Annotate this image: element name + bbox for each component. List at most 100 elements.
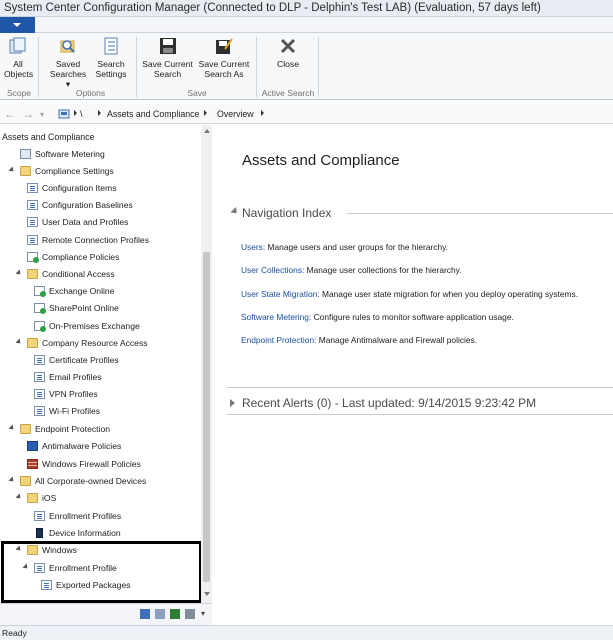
section-divider: [227, 387, 613, 388]
user-state-migration-link[interactable]: User State Migration:: [241, 289, 320, 299]
saved-searches-icon: [60, 40, 75, 53]
breadcrumb-separator-icon: [74, 110, 77, 116]
save-current-search-as-label: Save Current Search As: [198, 59, 250, 79]
nav-item-endpoint-protection: Endpoint Protection: Manage Antimalware …: [241, 335, 477, 345]
window-title: System Center Configuration Manager (Con…: [4, 2, 541, 14]
tree-item-label: Email Profiles: [49, 372, 102, 382]
email-icon: [34, 372, 45, 382]
tree-scrollbar[interactable]: [201, 125, 212, 605]
nav-item-user-state-migration: User State Migration: Manage user state …: [241, 289, 578, 299]
enrollment-icon: [34, 511, 45, 521]
save-current-search-label: Save Current Search: [142, 59, 193, 79]
all-objects-label: All Objects: [4, 59, 34, 79]
software-library-workspace-icon[interactable]: [155, 609, 165, 619]
expand-arrow-icon[interactable]: [8, 476, 16, 484]
breadcrumb-overview[interactable]: Overview: [217, 109, 254, 119]
recent-alerts-header[interactable]: Recent Alerts (0) - Last updated: 9/14/2…: [242, 396, 536, 410]
all-objects-button[interactable]: All Objects: [4, 36, 34, 79]
certificate-icon: [34, 355, 45, 365]
section-divider: [227, 414, 613, 415]
expand-arrow-icon[interactable]: [15, 493, 23, 501]
close-icon: [280, 38, 296, 54]
search-settings-button[interactable]: Search Settings: [93, 36, 129, 79]
tree-item-label: VPN Profiles: [49, 389, 98, 399]
back-arrow-icon[interactable]: ←: [4, 107, 16, 121]
software-metering-link[interactable]: Software Metering:: [241, 312, 311, 322]
ribbon-group-separator: [38, 37, 39, 97]
scroll-up-arrow-icon[interactable]: [204, 129, 210, 133]
tree-item-label: Endpoint Protection: [35, 424, 111, 434]
scroll-down-arrow-icon[interactable]: [204, 592, 210, 596]
folder-icon: [27, 338, 38, 348]
tree-item-label: Antimalware Policies: [42, 441, 122, 451]
breadcrumb-root[interactable]: \: [80, 109, 82, 119]
breadcrumb-assets-and-compliance[interactable]: Assets and Compliance: [107, 109, 199, 119]
expand-arrow-icon[interactable]: [8, 424, 16, 432]
forward-arrow-icon[interactable]: →: [22, 107, 34, 121]
tree-item-label: All Corporate-owned Devices: [35, 476, 147, 486]
scrollbar-thumb[interactable]: [203, 252, 210, 582]
nav-item-user-collections: User Collections: Manage user collection…: [241, 265, 462, 275]
close-search-button[interactable]: Close: [270, 36, 306, 69]
expand-arrow-icon[interactable]: [15, 269, 23, 277]
nav-item-software-metering: Software Metering: Configure rules to mo…: [241, 312, 514, 322]
nav-item-users: Users: Manage users and user groups for …: [241, 242, 448, 252]
nav-item-description: Manage user state migration for when you…: [319, 289, 579, 299]
save-current-search-as-button[interactable]: Save Current Search As: [197, 36, 251, 79]
tree-item-label: Remote Connection Profiles: [42, 235, 149, 245]
tree-item-label: Software Metering: [35, 149, 105, 159]
app-menu-button[interactable]: [0, 17, 35, 33]
tree-item-label: Windows Firewall Policies: [42, 459, 141, 469]
vpn-icon: [34, 389, 45, 399]
monitoring-workspace-icon[interactable]: [170, 609, 180, 619]
tree-item-label: Company Resource Access: [42, 338, 148, 348]
nav-item-description: Configure rules to monitor software appl…: [311, 312, 514, 322]
expand-arrow-icon[interactable]: [8, 166, 16, 174]
workspace-overflow-icon[interactable]: ▾: [201, 609, 205, 618]
collapse-arrow-icon[interactable]: [230, 206, 240, 217]
title-bar: System Center Configuration Manager (Con…: [0, 0, 613, 17]
breadcrumb-separator-icon: [98, 110, 101, 116]
tree-item-label: SharePoint Online: [49, 303, 119, 313]
navigation-index-title[interactable]: Navigation Index: [242, 206, 331, 220]
tree-item-label: Device Information: [49, 528, 121, 538]
tree-item-label: Enrollment Profiles: [49, 511, 122, 521]
nav-item-description: Manage Antimalware and Firewall policies…: [316, 335, 478, 345]
ribbon-tab-strip: [35, 17, 613, 33]
tree-item-label: iOS: [42, 493, 57, 503]
chevron-down-icon: [13, 23, 21, 27]
user-collections-link[interactable]: User Collections:: [241, 265, 304, 275]
save-current-search-button[interactable]: Save Current Search: [141, 36, 194, 79]
tree-item-label: Wi-Fi Profiles: [49, 406, 101, 416]
assets-workspace-icon[interactable]: [140, 609, 150, 619]
compliance-policy-icon: [27, 252, 39, 263]
users-link[interactable]: Users:: [241, 242, 265, 252]
sharepoint-icon: [34, 303, 46, 314]
user-data-icon: [27, 217, 38, 227]
app-window: System Center Configuration Manager (Con…: [0, 0, 613, 640]
tree-item-label: Compliance Settings: [35, 166, 114, 176]
ribbon-group-options: Options: [75, 88, 106, 98]
ribbon-group-separator: [256, 37, 257, 97]
history-dropdown-icon[interactable]: ▾: [40, 110, 44, 119]
endpoint-protection-link[interactable]: Endpoint Protection:: [241, 335, 316, 345]
folder-icon: [27, 493, 38, 503]
tree-item-label: Compliance Policies: [42, 252, 120, 262]
tree-item-label: Exchange Online: [49, 286, 115, 296]
firewall-icon: [27, 459, 38, 469]
save-as-icon: [216, 38, 233, 54]
highlight-annotation-box: [1, 541, 202, 603]
exchange-icon: [34, 321, 46, 332]
ribbon-group-separator: [318, 37, 319, 97]
phone-icon: [36, 528, 43, 538]
console-root-icon[interactable]: [58, 108, 70, 120]
ribbon-group-scope: Scope: [6, 88, 32, 98]
saved-searches-button[interactable]: Saved Searches ▾: [48, 36, 88, 89]
expand-arrow-icon[interactable]: [15, 338, 23, 346]
status-bar: Ready: [0, 625, 613, 640]
administration-workspace-icon[interactable]: [185, 609, 195, 619]
expand-arrow-icon[interactable]: [230, 399, 235, 407]
ribbon-group-save: Save: [187, 88, 207, 98]
search-settings-icon: [104, 37, 118, 55]
baseline-icon: [27, 200, 38, 210]
